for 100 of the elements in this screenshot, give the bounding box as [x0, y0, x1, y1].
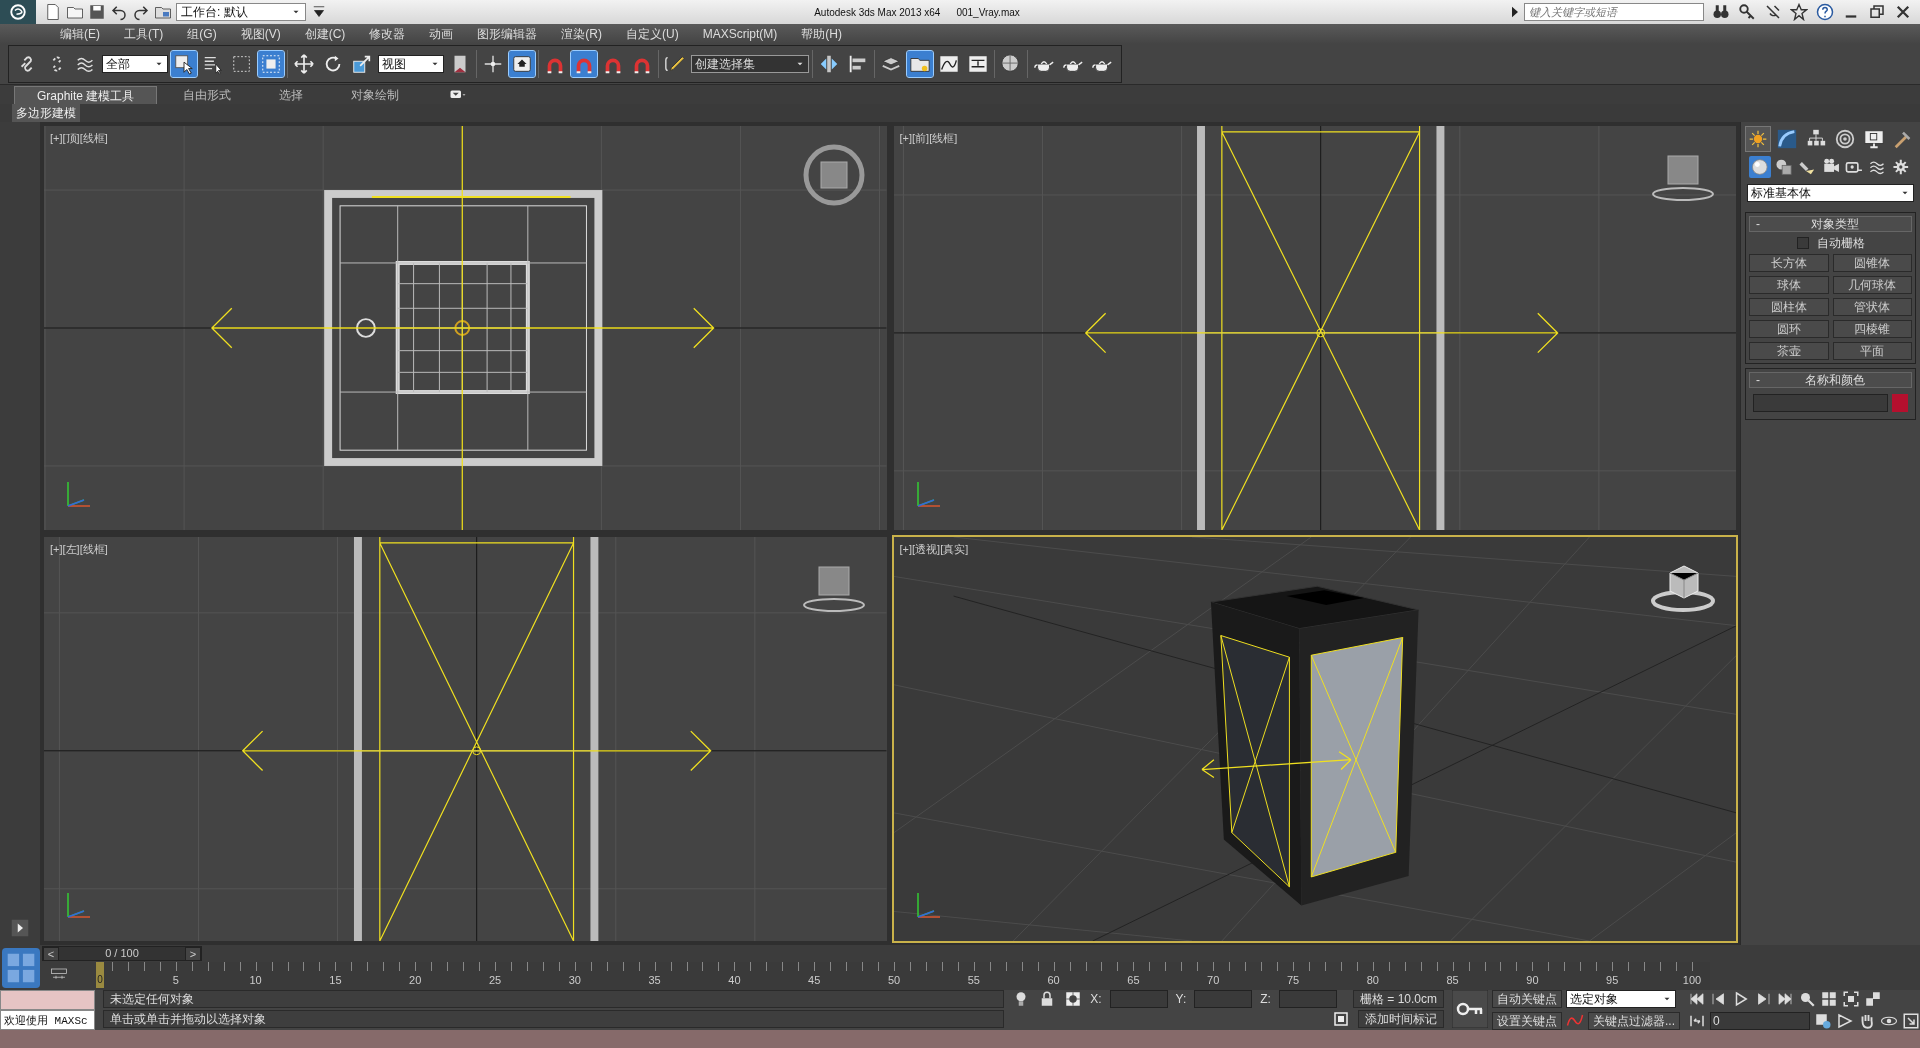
viewport[interactable]: [+][透视][真实] [891, 535, 1738, 943]
coordinate-field[interactable] [1278, 990, 1337, 1008]
category-dropdown[interactable]: 标准基本体 [1747, 184, 1914, 202]
key-filters-button[interactable]: 关键点过滤器... [1588, 1012, 1680, 1030]
absolute-mode-icon[interactable] [1064, 990, 1083, 1008]
collapse-toggle[interactable]: - [1756, 371, 1760, 389]
key-mode-dropdown[interactable]: 选定对象 [1566, 990, 1676, 1008]
object-type-button[interactable]: 几何球体 [1832, 276, 1912, 294]
viewport-label[interactable]: [+][左][线框] [50, 541, 108, 558]
coordinate-field[interactable] [1194, 990, 1253, 1008]
viewport[interactable]: [+][左][线框] [42, 535, 889, 943]
object-type-button[interactable]: 平面 [1832, 342, 1912, 360]
move-gizmo-drawing[interactable] [241, 730, 712, 772]
go-to-end-icon[interactable] [1776, 990, 1794, 1008]
rollout-header[interactable]: - 对象类型 [1749, 216, 1912, 232]
key-icon[interactable] [1738, 3, 1756, 21]
search-field[interactable]: 键入关键字或短语 [1524, 3, 1704, 21]
frame-number: 10 [249, 973, 262, 988]
current-frame-marker[interactable]: 0 [96, 962, 104, 988]
previous-frame-button[interactable]: < [43, 946, 59, 961]
collapse-toggle[interactable]: - [1756, 215, 1760, 233]
object-type-button[interactable]: 球体 [1749, 276, 1829, 294]
time-config-icon[interactable] [1814, 1012, 1832, 1030]
grid-view-icon[interactable] [1820, 990, 1838, 1008]
frame-field[interactable]: 0 [1710, 1012, 1810, 1030]
select-cursor-icon[interactable] [171, 51, 197, 77]
menu-item[interactable]: 视图(V) [228, 25, 293, 43]
object-type-button[interactable]: 管状体 [1832, 298, 1912, 316]
object-type-button[interactable]: 茶壶 [1749, 342, 1829, 360]
menu-item[interactable]: 动画 [417, 25, 466, 43]
go-to-start-icon[interactable] [1688, 990, 1706, 1008]
object-type-button[interactable]: 圆锥体 [1832, 254, 1912, 272]
menu-item[interactable]: MAXScript(M) [690, 25, 790, 43]
ribbon-tab[interactable]: 自由形式 [161, 86, 254, 104]
upload-icon[interactable] [509, 51, 535, 77]
rollout-header[interactable]: - 名称和颜色 [1749, 372, 1912, 388]
menu-item[interactable]: 渲染(R) [549, 25, 614, 43]
swirl-logo-icon[interactable] [9, 3, 27, 21]
help-icon[interactable] [1816, 3, 1834, 21]
toolbar-dropdown[interactable]: 创建选择集 [691, 55, 809, 73]
menu-item[interactable]: 创建(C) [292, 25, 358, 43]
object-type-button[interactable]: 圆环 [1749, 320, 1829, 338]
sphere-icon[interactable] [1749, 156, 1771, 178]
menu-item[interactable]: 修改器 [357, 25, 418, 43]
viewport-label[interactable]: [+][透视][真实] [899, 541, 969, 558]
zoom-extents-icon[interactable] [1842, 990, 1860, 1008]
checkbox[interactable] [1796, 237, 1809, 249]
new-file-icon[interactable] [44, 3, 62, 21]
menu-item[interactable]: 帮助(H) [789, 25, 854, 43]
menu-item[interactable]: 自定义(U) [614, 25, 691, 43]
binoculars-icon[interactable] [1712, 3, 1730, 21]
color-swatch[interactable] [1892, 394, 1908, 412]
dashed-square-icon[interactable] [258, 51, 284, 77]
object-type-button[interactable]: 圆柱体 [1749, 298, 1829, 316]
cube-stack-icon[interactable] [1864, 990, 1882, 1008]
grid-size: 栅格 = 10.0cm [1352, 990, 1444, 1008]
menu-item[interactable]: 工具(T) [112, 25, 176, 43]
sun-icon[interactable] [1745, 126, 1771, 152]
coordinate-field[interactable] [1109, 990, 1168, 1008]
set-key-button[interactable]: 设置关键点 [1492, 1012, 1562, 1030]
move-gizmo-drawing[interactable] [211, 126, 715, 530]
viewport[interactable]: [+][前][线框] [891, 124, 1738, 532]
key-icon[interactable] [1452, 990, 1488, 1028]
auto-key-button[interactable]: 自动关键点 [1492, 990, 1562, 1008]
workspace-dropdown[interactable]: 工作台: 默认 [176, 3, 306, 21]
ribbon-tab[interactable]: 选择 [257, 86, 326, 104]
folder-icon[interactable] [907, 51, 933, 77]
object-type-button[interactable]: 四棱锥 [1832, 320, 1912, 338]
viewport-label[interactable]: [+][前][线框] [899, 130, 958, 147]
restore-icon[interactable] [1868, 3, 1886, 21]
undo-icon[interactable] [110, 3, 128, 21]
time-tag-icon[interactable] [1332, 1010, 1350, 1028]
ribbon-tab[interactable]: 对象绘制 [329, 86, 422, 104]
menu-item[interactable]: 编辑(E) [48, 25, 112, 43]
ribbon-tab[interactable]: Graphite 建模工具 [14, 86, 158, 104]
save-icon[interactable] [88, 3, 106, 21]
star-icon[interactable] [1790, 3, 1808, 21]
object-type-button[interactable]: 长方体 [1749, 254, 1829, 272]
panel-label[interactable]: 多边形建模 [12, 104, 80, 122]
next-frame-button[interactable]: > [185, 946, 201, 961]
frame-number: 45 [808, 973, 821, 988]
toolbar-dropdown[interactable]: 全部 [102, 55, 168, 73]
maximize-icon[interactable] [1902, 1012, 1920, 1030]
move-gizmo-drawing[interactable] [1084, 312, 1559, 354]
menu-item[interactable]: 组(G) [175, 25, 229, 43]
viewport[interactable]: [+][顶][线框] [42, 124, 889, 532]
viewport-label[interactable]: [+][顶][线框] [50, 130, 108, 147]
listener-field[interactable] [0, 990, 95, 1010]
name-field[interactable] [1753, 394, 1888, 412]
move-gizmo-drawing[interactable] [1200, 751, 1352, 779]
toolbar-dropdown[interactable]: 视图 [378, 55, 444, 73]
time-tag-field[interactable]: 添加时间标记 [1358, 1010, 1444, 1028]
menu-item[interactable]: 图形编辑器 [465, 25, 550, 43]
close-icon[interactable] [1894, 3, 1912, 21]
triangle-icon[interactable] [1836, 1012, 1854, 1030]
zoom-icon[interactable] [1798, 990, 1816, 1008]
redo-icon[interactable] [132, 3, 150, 21]
listener-text[interactable]: 欢迎使用 MAXSc [0, 1010, 95, 1030]
move-arrows-icon[interactable] [291, 51, 317, 77]
satellite-icon[interactable] [1764, 3, 1782, 21]
